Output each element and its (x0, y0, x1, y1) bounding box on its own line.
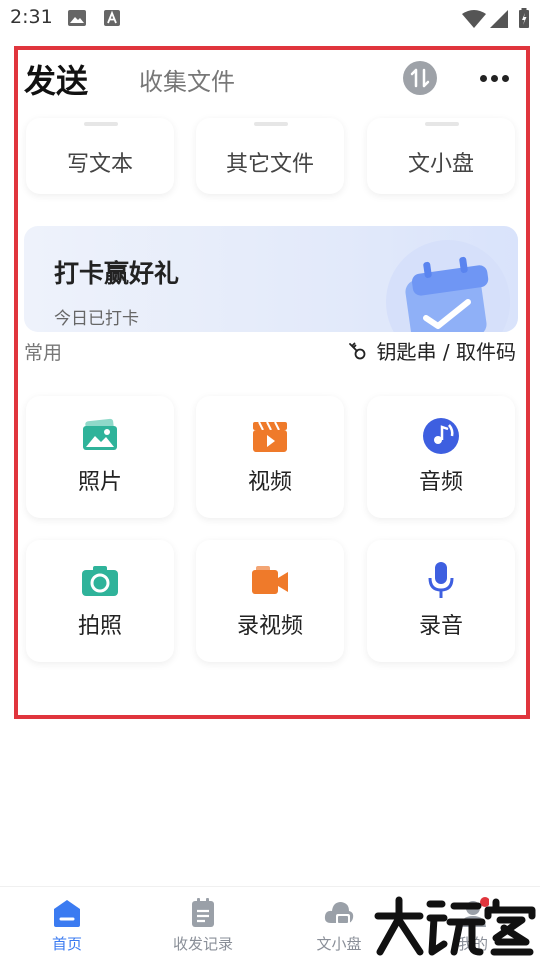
video-icon (253, 421, 287, 452)
other-files-label: 其它文件 (225, 152, 314, 177)
wenxiaopan-label: 文小盘 (407, 152, 474, 177)
camera-icon (82, 566, 118, 596)
card-icon-remnant (254, 122, 288, 126)
records-icon (192, 898, 214, 927)
signal-icon (490, 10, 508, 28)
tab-send[interactable]: 发送 (24, 56, 88, 102)
more-dot-icon (491, 75, 498, 82)
status-time: 2:31 (10, 6, 53, 28)
keychain-label: 钥匙串 / 取件码 (376, 340, 516, 364)
record-audio-label: 录音 (418, 614, 463, 639)
record-video-label: 录视频 (236, 614, 303, 639)
take-photo-card[interactable]: 拍照 (26, 540, 174, 662)
app-notification-icon (104, 10, 120, 26)
transfer-toggle-button[interactable] (403, 61, 437, 95)
tab-collect-files[interactable]: 收集文件 (139, 62, 235, 97)
photo-icon (83, 418, 117, 450)
nav-home-label: 首页 (51, 935, 82, 953)
more-dot-icon (502, 75, 509, 82)
swap-arrows-icon (410, 68, 430, 88)
video-card[interactable]: 视频 (196, 396, 344, 518)
video-label: 视频 (247, 470, 292, 495)
card-icon-remnant (425, 122, 459, 126)
calendar-checkin-icon (386, 240, 510, 332)
image-notification-icon (68, 10, 86, 26)
record-video-card[interactable]: 录视频 (196, 540, 344, 662)
banner-subtitle: 今日已打卡 (54, 309, 139, 329)
key-icon (348, 342, 365, 359)
other-files-card[interactable]: 其它文件 (196, 118, 344, 194)
wifi-icon (462, 10, 486, 28)
nav-records[interactable]: 收发记录 (148, 887, 258, 961)
photo-card[interactable]: 照片 (26, 396, 174, 518)
card-icon-remnant (84, 122, 118, 126)
wenxiaopan-card[interactable]: 文小盘 (367, 118, 515, 194)
keychain-link[interactable]: 钥匙串 / 取件码 (347, 336, 516, 365)
audio-label: 音频 (418, 470, 463, 495)
write-text-card[interactable]: 写文本 (26, 118, 174, 194)
microphone-icon (428, 562, 454, 598)
section-common-title: 常用 (24, 342, 63, 364)
record-video-icon (252, 566, 288, 594)
watermark-logo (374, 896, 536, 956)
more-menu-button[interactable] (480, 75, 510, 83)
record-audio-card[interactable]: 录音 (367, 540, 515, 662)
checkin-banner[interactable]: 打卡赢好礼 今日已打卡 (24, 226, 518, 332)
cloud-drive-icon (324, 902, 354, 925)
audio-icon (423, 418, 459, 454)
take-photo-label: 拍照 (77, 614, 122, 639)
photo-label: 照片 (77, 470, 122, 495)
banner-title: 打卡赢好礼 (54, 259, 180, 288)
nav-records-label: 收发记录 (172, 935, 233, 953)
home-icon (54, 900, 80, 927)
write-text-label: 写文本 (66, 152, 133, 177)
audio-card[interactable]: 音频 (367, 396, 515, 518)
nav-home[interactable]: 首页 (12, 887, 122, 961)
battery-icon (519, 8, 529, 28)
status-bar: 2:31 (0, 0, 540, 36)
more-dot-icon (480, 75, 487, 82)
